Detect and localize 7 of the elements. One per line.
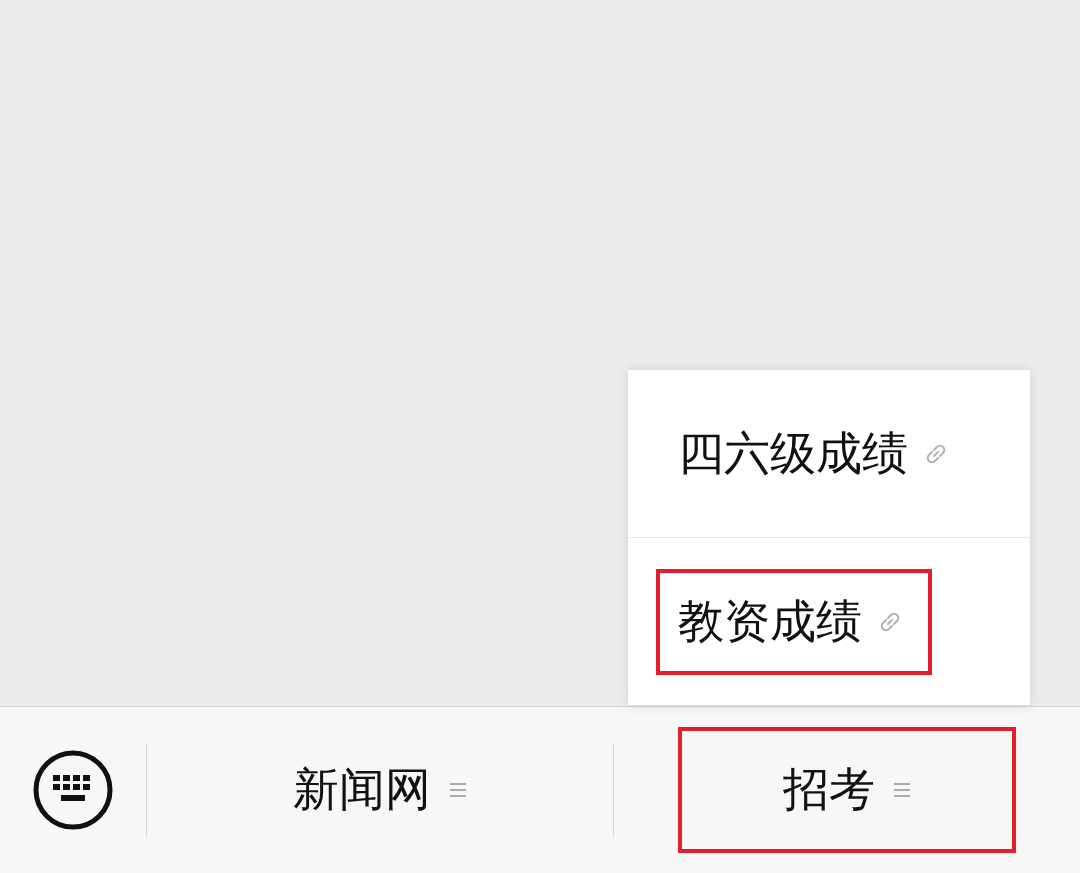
menu-icon <box>893 781 911 799</box>
menu-icon <box>449 781 467 799</box>
menu-tab[interactable]: 新闻网 <box>211 727 549 853</box>
menu-item[interactable]: 四六级成绩 <box>656 400 978 507</box>
highlighted-menu-tab[interactable]: 招考 <box>678 727 1016 853</box>
keyboard-icon[interactable] <box>33 750 113 830</box>
highlighted-menu-item[interactable]: 教资成绩 <box>656 568 932 675</box>
